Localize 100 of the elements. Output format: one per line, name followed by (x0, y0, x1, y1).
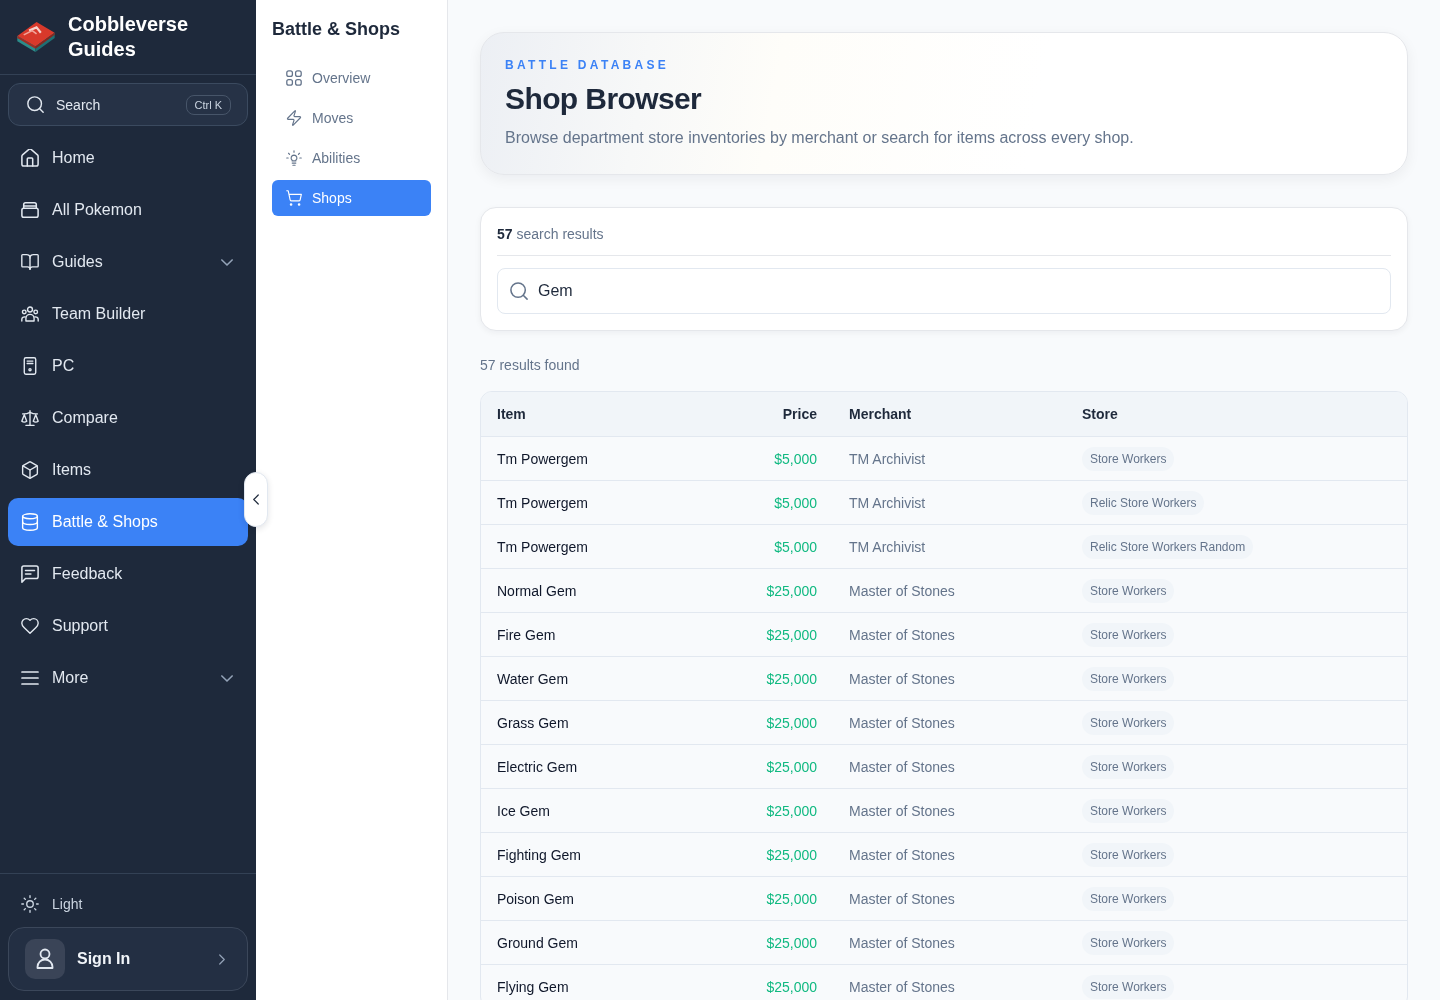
results-count: 57 search results (497, 224, 1391, 256)
table-cell-text: Electric Gem (496, 757, 579, 777)
table-cell-text: $5,000 (773, 493, 818, 513)
eyebrow-label: BATTLE DATABASE (505, 57, 671, 73)
search-field[interactable]: Gem (497, 268, 1391, 314)
table-cell-text: Master of Stones (848, 757, 956, 777)
theme-toggle[interactable]: Light (8, 886, 248, 922)
nav-item[interactable]: Team Builder (8, 290, 248, 338)
nav-item[interactable]: Feedback (8, 550, 248, 598)
nav-item[interactable]: Items (8, 446, 248, 494)
table-cell-text: $25,000 (765, 977, 818, 997)
store-tag: Store Workers (1082, 842, 1175, 867)
search-icon (510, 282, 528, 300)
computer-tower-icon (21, 357, 39, 375)
table-cell-text: $25,000 (765, 845, 818, 865)
table-cell-text: Grass Gem (496, 713, 570, 733)
table-cell-text: Ground Gem (496, 933, 579, 953)
nav-item[interactable]: All Pokemon (8, 186, 248, 234)
store-tag: Store Workers (1082, 666, 1175, 691)
column-header: Item (496, 405, 527, 424)
store-tag: Store Workers (1082, 578, 1175, 603)
table-cell-text: Master of Stones (848, 581, 956, 601)
table-cell-text: Tm Powergem (496, 493, 590, 513)
store-tag: Store Workers (1082, 754, 1175, 779)
home-icon (21, 149, 39, 167)
store-tag: Store Workers (1082, 974, 1175, 999)
storage-box-icon (21, 201, 39, 219)
store-tag: Store Workers (1082, 710, 1175, 735)
page-subtitle: Browse department store inventories by merchant or search for items across every shop. (505, 128, 1135, 148)
cart-icon (286, 190, 302, 206)
table-cell-text: TM Archivist (848, 537, 927, 557)
nav-item[interactable]: PC (8, 342, 248, 390)
table-cell-text: Fighting Gem (496, 845, 583, 865)
results-summary: 57 results found (480, 356, 581, 375)
lightning-icon (286, 110, 302, 126)
table-cell-text: Master of Stones (848, 889, 956, 909)
grid-icon (286, 70, 302, 86)
table-cell-text: $25,000 (765, 757, 818, 777)
table-cell-text: $25,000 (765, 889, 818, 909)
table-cell-text: Master of Stones (848, 933, 956, 953)
store-tag: Store Workers (1082, 798, 1175, 823)
keyboard-shortcut: Ctrl K (185, 94, 231, 115)
table-cell-text: TM Archivist (848, 493, 927, 513)
table-cell-text: Tm Powergem (496, 449, 590, 469)
table-cell-text: TM Archivist (848, 449, 927, 469)
scale-icon (21, 409, 39, 427)
table-cell-text: $5,000 (773, 449, 818, 469)
store-tag: Store Workers (1082, 886, 1175, 911)
search-icon (27, 96, 44, 113)
table-cell-text: $25,000 (765, 933, 818, 953)
store-tag: Relic Store Workers (1082, 490, 1205, 515)
lightbulb-icon (286, 150, 302, 166)
table-cell-text: $25,000 (765, 713, 818, 733)
table-cell-text: Master of Stones (848, 977, 956, 997)
column-header: Store (1081, 405, 1119, 424)
section-nav-item[interactable]: Moves (272, 100, 431, 136)
book-logo-icon (16, 21, 56, 53)
section-nav-item[interactable]: Shops (272, 180, 431, 216)
table-cell-text: Master of Stones (848, 625, 956, 645)
table-cell-text: Master of Stones (848, 801, 956, 821)
page-title: Shop Browser (505, 81, 703, 117)
table-cell-text: Normal Gem (496, 581, 578, 601)
collapse-sidebar-button[interactable] (244, 472, 268, 527)
book-icon (21, 253, 39, 271)
menu-icon (21, 669, 39, 687)
table-cell-text: Ice Gem (496, 801, 551, 821)
table-cell-text: $25,000 (765, 581, 818, 601)
nav-item[interactable]: Guides (8, 238, 248, 286)
chevron-left-icon (253, 494, 259, 505)
table-cell-text: Fire Gem (496, 625, 557, 645)
section-title: Battle & Shops (272, 18, 401, 41)
brand-title: Cobbleverse Guides (68, 12, 190, 62)
column-header: Price (781, 405, 818, 424)
section-nav-item[interactable]: Abilities (272, 140, 431, 176)
chevron-right-icon (219, 953, 225, 965)
table-cell-text: Master of Stones (848, 713, 956, 733)
nav-item[interactable]: More (8, 654, 248, 702)
table-cell-text: Water Gem (496, 669, 570, 689)
column-header: Merchant (848, 405, 913, 424)
store-tag: Relic Store Workers Random (1082, 534, 1254, 559)
nav-item[interactable]: Support (8, 602, 248, 650)
database-icon (21, 513, 39, 531)
nav-item[interactable]: Home (8, 134, 248, 182)
message-icon (21, 565, 39, 583)
cube-icon (21, 461, 39, 479)
section-nav-item[interactable]: Overview (272, 60, 431, 96)
store-tag: Store Workers (1082, 930, 1175, 955)
nav-item[interactable]: Battle & Shops (8, 498, 248, 546)
table-cell-text: $5,000 (773, 537, 818, 557)
table-cell-text: $25,000 (765, 625, 818, 645)
table-cell-text: Flying Gem (496, 977, 570, 997)
table-cell-text: Tm Powergem (496, 537, 590, 557)
table-cell-text: $25,000 (765, 801, 818, 821)
store-tag: Store Workers (1082, 622, 1175, 647)
nav-item[interactable]: Compare (8, 394, 248, 442)
heart-icon (21, 617, 39, 635)
search-button[interactable]: Search Ctrl K (8, 83, 248, 126)
table-cell-text: Poison Gem (496, 889, 576, 909)
sign-in-button[interactable]: Sign In (8, 927, 248, 991)
user-icon (25, 939, 65, 979)
